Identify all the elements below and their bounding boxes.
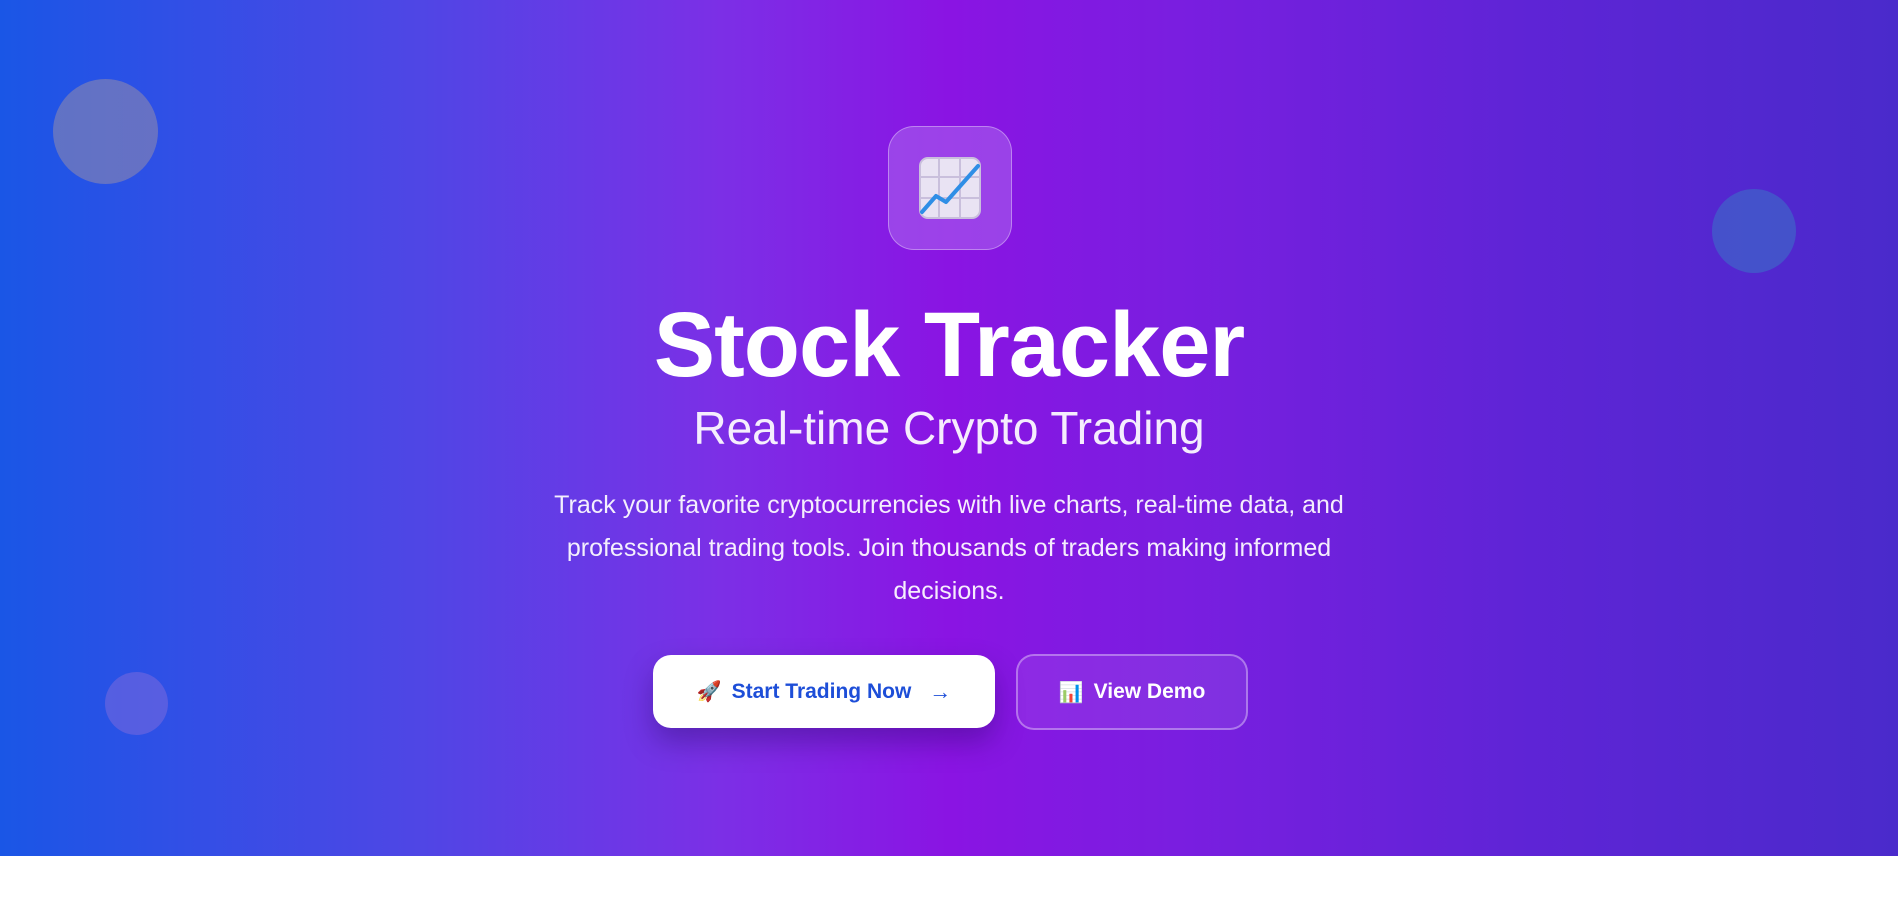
hero-title: Stock Tracker xyxy=(653,294,1245,396)
chart-increasing-icon xyxy=(918,156,982,220)
decorative-bubble xyxy=(1712,189,1796,273)
logo-tile xyxy=(888,126,1012,250)
start-trading-button[interactable]: 🚀 Start Trading Now → xyxy=(653,655,995,728)
hero-description: Track your favorite cryptocurrencies wit… xyxy=(554,491,1344,605)
start-trading-label: Start Trading Now xyxy=(731,679,912,703)
hero-subtitle: Real-time Crypto Trading xyxy=(693,402,1205,454)
arrow-right-icon: → xyxy=(929,678,952,704)
rocket-icon: 🚀 xyxy=(696,681,722,703)
view-demo-label: View Demo xyxy=(1093,680,1206,703)
decorative-bubble xyxy=(105,672,168,735)
bar-chart-icon: 📊 xyxy=(1058,681,1084,704)
view-demo-button[interactable]: 📊 View Demo xyxy=(1016,654,1248,730)
hero-section: Stock Tracker Real-time Crypto Trading T… xyxy=(0,0,1898,856)
decorative-bubble xyxy=(53,79,158,184)
